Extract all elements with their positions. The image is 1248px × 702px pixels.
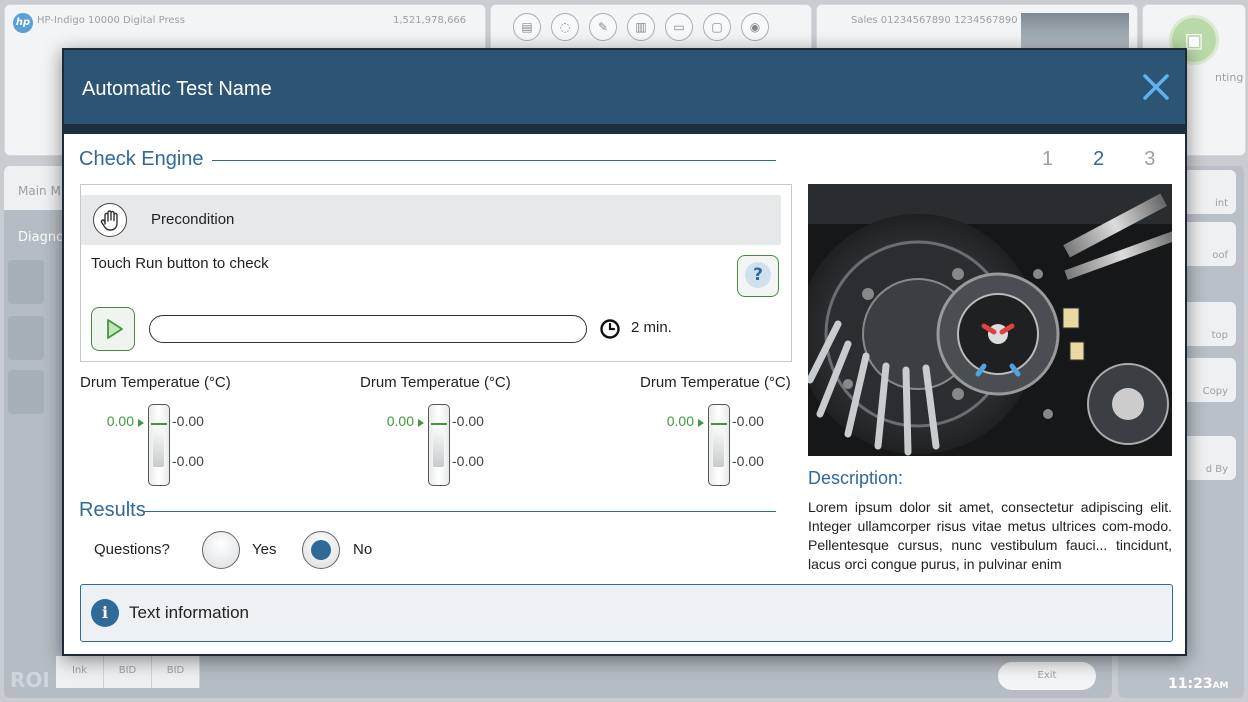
side-button-search[interactable]: [8, 370, 44, 414]
info-icon: i: [91, 599, 119, 627]
run-duration: 2 min.: [631, 319, 672, 336]
radio-yes[interactable]: [202, 531, 240, 569]
gauge-2-tick-bottom: -0.00: [452, 453, 484, 469]
description-title: Description:: [808, 468, 904, 488]
bottom-tab-ink[interactable]: Ink: [56, 656, 104, 688]
automatic-test-dialog: Automatic Test Name Check Engine 1 2 3 P…: [62, 48, 1187, 656]
radio-no[interactable]: [302, 531, 340, 569]
description-body: Lorem ipsum dolor sit amet, consectetur …: [808, 499, 1172, 572]
precondition-label: Precondition: [151, 211, 235, 228]
gauge-3-value: 0.00: [666, 413, 694, 429]
run-progress-bar: [149, 315, 587, 343]
gauge-3-tick-top: -0.00: [732, 413, 764, 429]
gauge-1-value: 0.00: [106, 413, 134, 429]
run-button[interactable]: [91, 307, 135, 351]
gauge-2-tube: [428, 404, 450, 486]
close-button[interactable]: [1141, 72, 1171, 102]
test-run-box: Precondition Touch Run button to check ?…: [80, 184, 792, 362]
brush-icon[interactable]: ✎: [589, 13, 617, 41]
chat-icon[interactable]: ▭: [665, 13, 693, 41]
document-icon[interactable]: ▥: [627, 13, 655, 41]
gauge-3-pointer: [698, 419, 704, 427]
engine-illustration: [808, 184, 1172, 456]
clock-time: 11:23: [1168, 676, 1213, 692]
gauge-1-tick-top: -0.00: [172, 413, 204, 429]
gauge-1-fill: [153, 423, 164, 467]
close-icon: [1143, 74, 1169, 100]
header-divider: [64, 124, 1185, 134]
help-button[interactable]: ?: [737, 255, 779, 297]
target-icon[interactable]: ◉: [741, 13, 769, 41]
results-title: Results: [79, 499, 146, 521]
info-text: Text information: [129, 603, 249, 622]
dialog-header: Automatic Test Name: [64, 50, 1185, 124]
sheet-stack-icon[interactable]: ▤: [513, 13, 541, 41]
results-title-rule: [144, 511, 776, 512]
bottom-tabs: Ink BID BID: [56, 656, 200, 688]
clock: 11:23AM: [1168, 676, 1229, 692]
clock-icon: [600, 319, 620, 339]
gauge-1-tick-bottom: -0.00: [172, 453, 204, 469]
play-icon: [107, 319, 123, 339]
hand-icon: [93, 203, 127, 237]
exit-button[interactable]: Exit: [998, 662, 1096, 690]
dialog-title: Automatic Test Name: [82, 78, 272, 100]
radio-yes-label[interactable]: Yes: [252, 541, 276, 558]
printing-label: nting: [1215, 71, 1244, 84]
gauge-1-tube: [148, 404, 170, 486]
instruction-text: Touch Run button to check: [91, 255, 269, 272]
engine-image: [808, 184, 1172, 456]
step-indicator: 1 2 3: [1042, 148, 1155, 171]
gauge-2-marker: [431, 423, 447, 425]
gauge-1-title: Drum Temperatue (°C): [80, 374, 231, 391]
gauge-2-title: Drum Temperatue (°C): [360, 374, 511, 391]
gauge-3-title: Drum Temperatue (°C): [640, 374, 791, 391]
bottom-tab-bid-1[interactable]: BID: [104, 656, 152, 688]
gauge-2-value: 0.00: [386, 413, 414, 429]
sales-id: Sales 01234567890 1234567890: [851, 15, 1018, 26]
info-bar: i Text information: [80, 584, 1173, 642]
section-title-rule: [212, 160, 776, 161]
gauge-3-marker: [711, 423, 727, 425]
clock-ampm: AM: [1212, 681, 1229, 691]
gauge-2-tick-top: -0.00: [452, 413, 484, 429]
bottom-tab-bid-2[interactable]: BID: [152, 656, 200, 688]
impression-counter: 1,521,978,666: [393, 15, 467, 26]
hp-logo: hp: [13, 13, 33, 33]
gauge-3-fill: [713, 423, 724, 467]
gauge-1-pointer: [138, 419, 144, 427]
side-button-1[interactable]: [8, 260, 44, 304]
gauge-2-fill: [433, 423, 444, 467]
section-title: Check Engine: [79, 148, 204, 170]
radio-no-label[interactable]: No: [353, 541, 372, 558]
roi-watermark: ROI: [10, 668, 50, 692]
step-3[interactable]: 3: [1144, 148, 1155, 171]
gauge-3: 0.00 -0.00 -0.00: [640, 404, 780, 488]
gauge-1-marker: [151, 423, 167, 425]
gauge-3-tick-bottom: -0.00: [732, 453, 764, 469]
step-1[interactable]: 1: [1042, 148, 1053, 171]
gauge-1: 0.00 -0.00 -0.00: [80, 404, 220, 488]
diagnostics-tab[interactable]: Diagno: [4, 222, 64, 252]
tool-icons-row: ▤ ◌ ✎ ▥ ▭ ▢ ◉: [513, 13, 769, 41]
gauge-2: 0.00 -0.00 -0.00: [360, 404, 500, 488]
step-2[interactable]: 2: [1093, 148, 1104, 171]
side-button-2[interactable]: [8, 316, 44, 360]
monitor-icon[interactable]: ▢: [703, 13, 731, 41]
questions-label: Questions?: [94, 541, 170, 558]
press-thumbnail: [1021, 13, 1129, 49]
gauge-3-tube: [708, 404, 730, 486]
blanket-icon[interactable]: ◌: [551, 13, 579, 41]
main-menu-tab[interactable]: Main M: [4, 166, 66, 210]
press-name: HP-Indigo 10000 Digital Press: [37, 15, 185, 26]
precondition-bar: Precondition: [81, 195, 781, 245]
gauge-2-pointer: [418, 419, 424, 427]
help-icon: ?: [745, 262, 771, 288]
